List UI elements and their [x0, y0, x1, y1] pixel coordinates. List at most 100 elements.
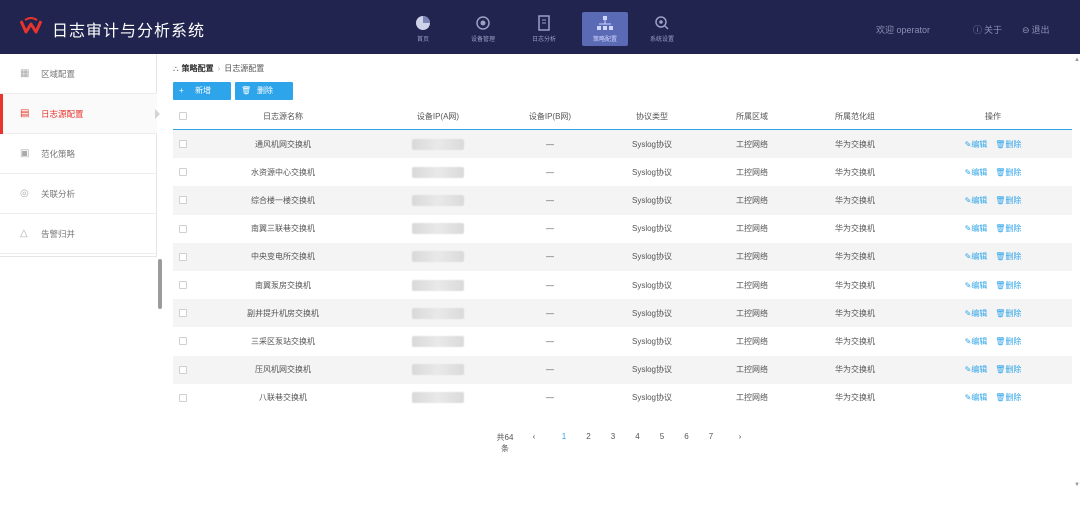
row-checkbox[interactable]	[173, 384, 193, 412]
row-checkbox[interactable]	[173, 130, 193, 158]
row-checkbox[interactable]	[173, 158, 193, 186]
delete-link[interactable]: 🗑删除	[995, 280, 1021, 291]
table-row: 南翼三联巷交换机 — Syslog协议 工控网络 华为交换机 ✎编辑 🗑删除	[173, 215, 1072, 243]
cell-ip-b: —	[546, 224, 554, 234]
page-number-button[interactable]: 4	[631, 432, 645, 441]
row-checkbox[interactable]	[173, 215, 193, 243]
cell-actions: ✎编辑 🗑删除	[943, 271, 1043, 299]
edit-link[interactable]: ✎编辑	[965, 167, 988, 178]
cell-group: 华为交换机	[835, 336, 875, 346]
page-number-button[interactable]: 6	[680, 432, 694, 441]
row-checkbox[interactable]	[173, 327, 193, 355]
breadcrumb-home-icon: ⛬	[173, 64, 179, 73]
sidebar-item-normalization-policy[interactable]: ▣ 范化策略	[0, 134, 157, 174]
cell-ip-a-redacted	[383, 299, 493, 327]
cell-ip-b: —	[546, 393, 554, 403]
delete-link[interactable]: 🗑删除	[995, 223, 1021, 234]
app-logo-icon	[20, 17, 42, 34]
delete-button-label: 删除	[257, 86, 273, 95]
edit-link[interactable]: ✎编辑	[965, 223, 988, 234]
cell-area: 工控网络	[736, 280, 768, 290]
delete-link[interactable]: 🗑删除	[995, 195, 1021, 206]
edit-link[interactable]: ✎编辑	[965, 336, 988, 347]
cell-protocol: Syslog协议	[631, 167, 672, 177]
row-checkbox[interactable]	[173, 186, 193, 214]
nav-log-analysis[interactable]: 日志分析	[521, 12, 567, 46]
edit-link[interactable]: ✎编辑	[965, 251, 988, 262]
select-all-checkbox[interactable]	[173, 103, 193, 129]
trash-icon: 🗑	[995, 224, 1006, 234]
row-checkbox[interactable]	[173, 299, 193, 327]
edit-label: 编辑	[971, 252, 988, 262]
edit-link[interactable]: ✎编辑	[965, 392, 988, 403]
cell-area: 工控网络	[736, 365, 768, 375]
edit-link[interactable]: ✎编辑	[965, 364, 988, 375]
delete-link[interactable]: 🗑删除	[995, 392, 1021, 403]
page-number-button[interactable]: 1	[557, 432, 571, 441]
edit-link[interactable]: ✎编辑	[965, 139, 988, 150]
trash-icon: 🗑	[995, 280, 1006, 290]
cell-ip-b: —	[546, 365, 554, 375]
edit-link[interactable]: ✎编辑	[965, 195, 988, 206]
edit-label: 编辑	[971, 336, 988, 346]
delete-link[interactable]: 🗑删除	[995, 139, 1021, 150]
nav-strategy-config[interactable]: 策略配置	[582, 12, 628, 46]
nav-home[interactable]: 首页	[400, 12, 446, 46]
edit-link[interactable]: ✎编辑	[965, 308, 988, 319]
page-number-button[interactable]: 7	[704, 432, 718, 441]
delete-link[interactable]: 🗑删除	[995, 364, 1021, 375]
header-area: 所属区域	[736, 111, 768, 121]
next-page-button[interactable]: ›	[733, 432, 747, 441]
sidebar-scrollbar[interactable]	[158, 259, 162, 309]
page-number-button[interactable]: 5	[655, 432, 669, 441]
delete-label: 删除	[1005, 280, 1022, 290]
page-number-button[interactable]: 3	[606, 432, 620, 441]
prev-page-button[interactable]: ‹	[527, 432, 541, 441]
cell-group: 华为交换机	[835, 280, 875, 290]
add-button[interactable]: + 新增	[173, 82, 231, 100]
sidebar-item-area-config[interactable]: ▦ 区域配置	[0, 54, 157, 94]
logout-icon: ⊖	[1022, 25, 1030, 35]
scroll-down-icon[interactable]: ▼	[1074, 482, 1080, 488]
cell-protocol: Syslog协议	[631, 365, 672, 375]
breadcrumb-root[interactable]: 策略配置	[182, 64, 214, 73]
logout-button[interactable]: ⊖ 退出	[1022, 23, 1050, 36]
sidebar-item-log-source-config[interactable]: ▤ 日志源配置	[0, 94, 160, 134]
cell-ip-a-redacted	[383, 130, 493, 158]
edit-link[interactable]: ✎编辑	[965, 280, 988, 291]
delete-button[interactable]: 🗑 删除	[235, 82, 293, 100]
cell-name: 中央变电所交换机	[251, 252, 315, 262]
welcome-text: 欢迎 operator	[876, 25, 931, 35]
row-checkbox[interactable]	[173, 271, 193, 299]
delete-label: 删除	[1005, 167, 1022, 177]
delete-label: 删除	[1005, 195, 1022, 205]
table-header: 日志源名称 设备IP(A网) 设备IP(B网) 协议类型 所属区域 所属范化组 …	[173, 103, 1072, 130]
cell-ip-a-redacted	[383, 215, 493, 243]
cell-area: 工控网络	[736, 393, 768, 403]
cell-actions: ✎编辑 🗑删除	[943, 243, 1043, 271]
scroll-up-icon[interactable]: ▲	[1074, 57, 1080, 63]
strategy-icon	[597, 16, 613, 30]
delete-label: 删除	[1005, 308, 1022, 318]
delete-link[interactable]: 🗑删除	[995, 167, 1021, 178]
nav-device-management[interactable]: 设备管理	[460, 12, 506, 46]
sidebar-menu: ▦ 区域配置 ▤ 日志源配置 ▣ 范化策略 ◎ 关联分析 △ 告警归并	[0, 54, 160, 257]
cell-name: 三采区泵站交换机	[251, 336, 315, 346]
edit-label: 编辑	[971, 393, 988, 403]
page-number-button[interactable]: 2	[582, 432, 596, 441]
log-source-table: 日志源名称 设备IP(A网) 设备IP(B网) 协议类型 所属区域 所属范化组 …	[173, 103, 1072, 412]
row-checkbox[interactable]	[173, 243, 193, 271]
total-count: 共64条	[496, 433, 514, 453]
nav-system-settings[interactable]: 系统设置	[639, 12, 685, 46]
cell-name: 通风机网交换机	[255, 139, 311, 149]
cell-actions: ✎编辑 🗑删除	[943, 327, 1043, 355]
delete-link[interactable]: 🗑删除	[995, 336, 1021, 347]
sidebar-item-alert-merge[interactable]: △ 告警归并	[0, 214, 157, 254]
delete-link[interactable]: 🗑删除	[995, 308, 1021, 319]
cell-ip-b: —	[546, 252, 554, 262]
row-checkbox[interactable]	[173, 356, 193, 384]
sidebar-item-correlation-analysis[interactable]: ◎ 关联分析	[0, 174, 157, 214]
about-button[interactable]: ⓘ 关于	[973, 23, 1002, 36]
document-icon	[538, 15, 550, 31]
delete-link[interactable]: 🗑删除	[995, 251, 1021, 262]
